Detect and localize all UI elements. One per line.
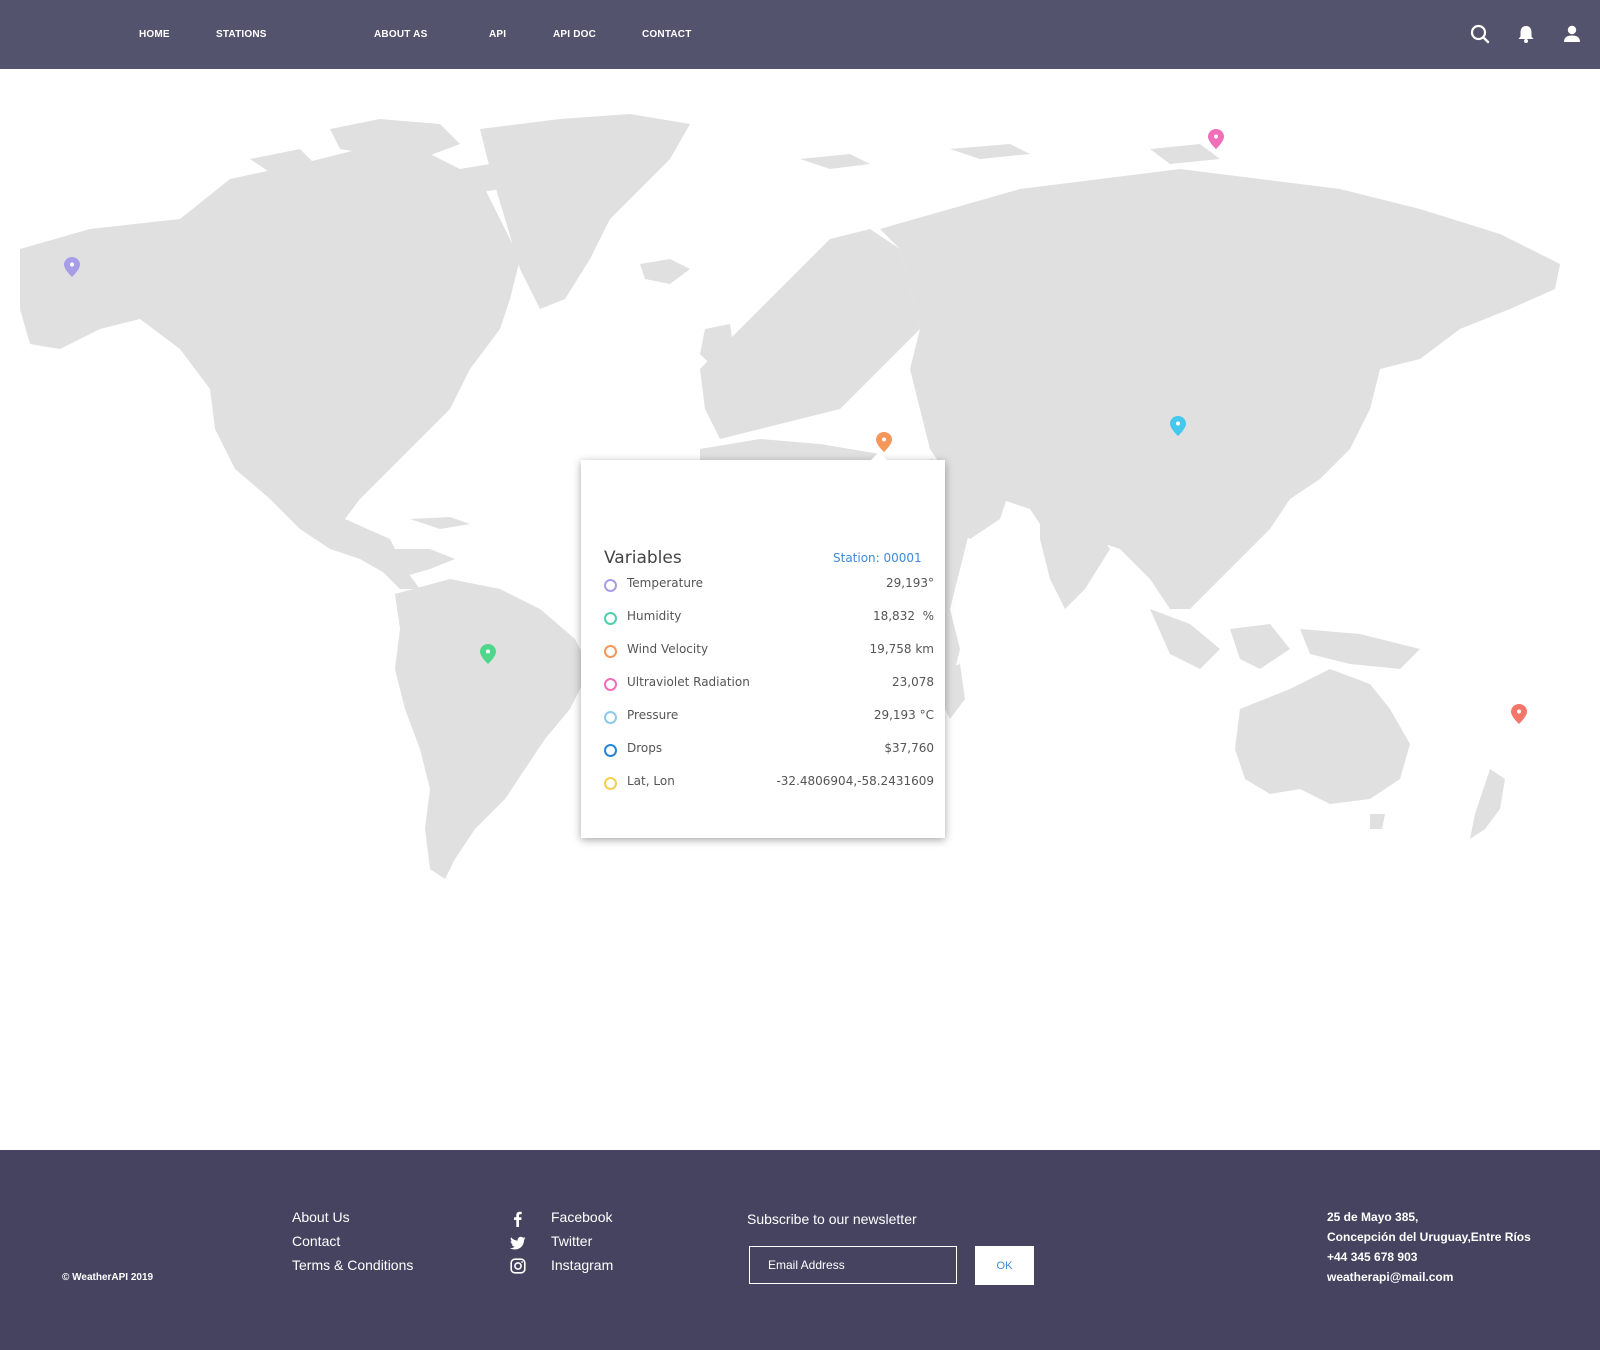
- legend-dot: [604, 678, 617, 691]
- variable-row-uv-radiation: Ultraviolet Radiation 23,078: [604, 675, 934, 695]
- variable-row-drops: Drops $37,760: [604, 741, 934, 761]
- footer-link-terms[interactable]: Terms & Conditions: [292, 1257, 413, 1273]
- variable-label: Drops: [627, 741, 663, 755]
- footer: © WeatherAPI 2019 About Us Contact Terms…: [0, 1150, 1600, 1350]
- newsletter-ok-button[interactable]: OK: [975, 1246, 1034, 1285]
- station-marker[interactable]: [480, 644, 496, 664]
- station-marker[interactable]: [876, 432, 892, 452]
- variable-label: Humidity: [627, 609, 682, 623]
- user-icon[interactable]: [1561, 23, 1583, 45]
- nav-stations[interactable]: STATIONS: [216, 29, 267, 40]
- popup-arrow: [871, 452, 887, 460]
- variable-row-temperature: Temperature 29,193°: [604, 576, 934, 596]
- nav-api-doc[interactable]: API DOC: [553, 29, 596, 40]
- variable-row-wind-velocity: Wind Velocity 19,758 km: [604, 642, 934, 662]
- variable-value: $37,760: [884, 741, 934, 755]
- legend-dot: [604, 579, 617, 592]
- legend-dot: [604, 711, 617, 724]
- newsletter-title: Subscribe to our newsletter: [747, 1211, 917, 1227]
- instagram-icon[interactable]: [510, 1258, 526, 1274]
- station-marker[interactable]: [64, 257, 80, 277]
- variable-label: Ultraviolet Radiation: [627, 675, 750, 689]
- nav-api[interactable]: API: [489, 29, 506, 40]
- variable-value: 29,193 °C: [873, 708, 934, 722]
- social-link-facebook[interactable]: Facebook: [551, 1209, 612, 1225]
- newsletter-email-input[interactable]: [749, 1246, 957, 1284]
- search-icon[interactable]: [1469, 23, 1491, 45]
- popup-title: Variables: [604, 548, 682, 568]
- legend-dot: [604, 744, 617, 757]
- station-marker[interactable]: [1170, 416, 1186, 436]
- nav-about[interactable]: ABOUT AS: [374, 29, 427, 40]
- variable-row-pressure: Pressure 29,193 °C: [604, 708, 934, 728]
- legend-dot: [604, 612, 617, 625]
- station-marker[interactable]: [1208, 129, 1224, 149]
- address-line: 25 de Mayo 385,: [1327, 1210, 1419, 1224]
- variable-value: 18,832 %: [872, 609, 934, 623]
- variable-label: Temperature: [627, 576, 704, 590]
- station-popup: Variables Station: 00001 Temperature 29,…: [581, 452, 945, 838]
- variable-label: Pressure: [627, 708, 679, 722]
- variable-label: Wind Velocity: [627, 642, 709, 656]
- nav-home[interactable]: HOME: [139, 29, 170, 40]
- variable-value: 23,078: [892, 675, 934, 689]
- twitter-icon[interactable]: [510, 1235, 526, 1251]
- variable-value: 29,193°: [886, 576, 934, 590]
- nav-contact[interactable]: CONTACT: [642, 29, 692, 40]
- variable-value: 19,758 km: [869, 642, 934, 656]
- address-line: Concepción del Uruguay,Entre Ríos: [1327, 1230, 1531, 1244]
- footer-link-about-us[interactable]: About Us: [292, 1209, 350, 1225]
- variable-label: Lat, Lon: [627, 774, 675, 788]
- social-link-twitter[interactable]: Twitter: [551, 1233, 592, 1249]
- legend-dot: [604, 645, 617, 658]
- phone-number: +44 345 678 903: [1327, 1250, 1418, 1264]
- legend-dot: [604, 777, 617, 790]
- variable-row-lat-lon: Lat, Lon -32.4806904,-58.2431609: [604, 774, 934, 794]
- social-link-instagram[interactable]: Instagram: [551, 1257, 613, 1273]
- footer-link-contact[interactable]: Contact: [292, 1233, 340, 1249]
- station-id[interactable]: Station: 00001: [833, 551, 922, 565]
- variable-value: -32.4806904,-58.2431609: [776, 774, 934, 788]
- bell-icon[interactable]: [1515, 23, 1537, 45]
- facebook-icon[interactable]: [510, 1211, 526, 1227]
- copyright: © WeatherAPI 2019: [62, 1272, 154, 1283]
- station-marker[interactable]: [1511, 704, 1527, 724]
- top-navbar: HOME STATIONS ABOUT AS API API DOC CONTA…: [0, 0, 1600, 69]
- variable-row-humidity: Humidity 18,832 %: [604, 609, 934, 629]
- email-address[interactable]: weatherapi@mail.com: [1327, 1270, 1453, 1284]
